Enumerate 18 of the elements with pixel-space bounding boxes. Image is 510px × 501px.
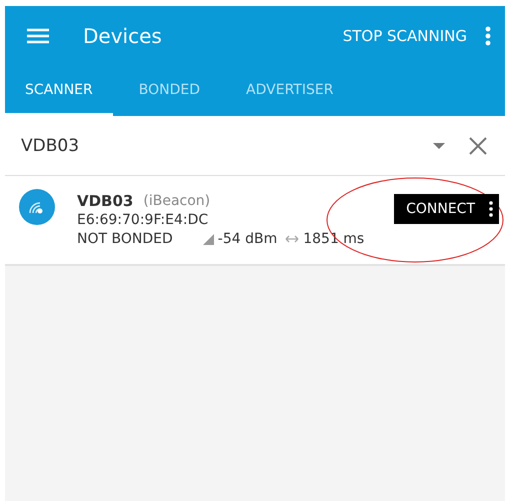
filter-field[interactable]: VDB03 (5, 116, 505, 176)
more-options-icon[interactable] (489, 201, 493, 217)
interval-value: 1851 ms (303, 230, 364, 248)
bond-state: NOT BONDED (77, 230, 173, 248)
signal-icon (202, 234, 214, 244)
filter-input[interactable]: VDB03 (19, 134, 413, 156)
toolbar-title: Devices (83, 24, 163, 48)
wireless-device-icon (19, 189, 55, 225)
connect-button[interactable]: CONNECT (394, 194, 499, 224)
tab[interactable]: BONDED (118, 66, 220, 116)
menu-icon[interactable] (27, 28, 49, 44)
rssi-value: -54 dBm (218, 230, 278, 248)
interval-arrows-icon (285, 234, 300, 244)
device-type: (iBeacon) (143, 192, 210, 210)
stop-scanning-button[interactable]: STOP SCANNING (338, 21, 471, 51)
device-address: E6:69:70:9F:E4:DC (77, 210, 210, 230)
tab[interactable]: ADVERTISER (226, 66, 354, 116)
device-name: VDB03 (77, 192, 134, 210)
